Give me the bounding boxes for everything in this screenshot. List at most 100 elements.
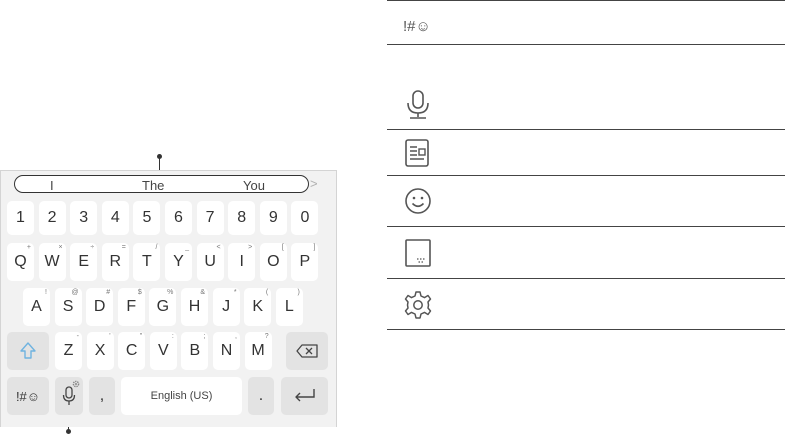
key-label: K: [252, 298, 264, 315]
key-hint: -: [76, 333, 79, 340]
key-o[interactable]: O[: [259, 243, 287, 281]
symbols-key[interactable]: !#☺: [7, 377, 49, 415]
key-hint: ): [297, 289, 300, 296]
key-3[interactable]: 3: [70, 201, 98, 235]
menu-row-symbols[interactable]: [387, 1, 785, 45]
menu-row-voice-input[interactable]: [387, 45, 785, 130]
gear-icon: [72, 380, 80, 388]
space-key-label: English (US): [150, 390, 213, 402]
key-label: 1: [16, 209, 25, 226]
key-label: I: [239, 253, 244, 270]
suggestion-item[interactable]: The: [142, 178, 164, 193]
key-t[interactable]: T /: [133, 243, 161, 281]
key-m[interactable]: M?: [244, 332, 272, 370]
key-label: Y: [173, 253, 184, 270]
key-hint: /: [155, 244, 158, 251]
key-p[interactable]: P]: [291, 243, 319, 281]
key-c[interactable]: C ": [118, 332, 146, 370]
key-label: Z: [63, 342, 74, 359]
key-6[interactable]: 6: [165, 201, 192, 235]
key-hint: #: [106, 289, 111, 296]
key-g[interactable]: G%: [149, 288, 177, 326]
key-label: W: [44, 253, 60, 270]
key-label: R: [109, 253, 122, 270]
key-u[interactable]: U <: [196, 243, 224, 281]
key-z[interactable]: Z-: [55, 332, 82, 370]
key-k[interactable]: K(: [244, 288, 272, 326]
key-hint: ;: [203, 333, 206, 340]
key-0[interactable]: 0: [291, 201, 319, 235]
key-y[interactable]: Y _: [165, 243, 192, 281]
key-8[interactable]: 8: [228, 201, 256, 235]
key-label: 0: [300, 209, 310, 226]
key-hint: ': [109, 333, 111, 340]
chevron-right-icon[interactable]: >: [310, 176, 318, 191]
key-j[interactable]: J *: [212, 288, 240, 326]
key-label: 3: [79, 209, 89, 226]
comma-key-label: ,: [99, 387, 105, 404]
key-5[interactable]: 5: [133, 201, 161, 235]
settings-icon: [403, 290, 433, 320]
suggestion-bar: I The You: [14, 175, 309, 193]
menu-row-emoji[interactable]: [387, 176, 785, 227]
key-label: J: [222, 298, 231, 315]
key-d[interactable]: D #: [86, 288, 114, 326]
key-label: A: [31, 298, 42, 315]
key-hint: ,: [235, 333, 237, 340]
key-label: 8: [237, 209, 247, 226]
key-hint: ": [139, 333, 143, 340]
menu-symbols-label: !#☺: [403, 18, 431, 35]
emoji-icon: [403, 186, 433, 216]
key-f[interactable]: F $: [117, 288, 145, 326]
voice-input-key[interactable]: [55, 377, 83, 415]
key-n[interactable]: N,: [213, 332, 240, 370]
suggestion-callout-marker: [157, 154, 162, 171]
period-key[interactable]: .: [248, 377, 274, 415]
key-w[interactable]: W ×: [38, 243, 66, 281]
key-e[interactable]: E ÷: [70, 243, 98, 281]
menu-row-settings[interactable]: [387, 279, 785, 330]
clipboard-icon: [403, 138, 431, 168]
symbols-key-label: !#☺: [15, 388, 41, 404]
key-hint: >: [248, 244, 253, 251]
key-2[interactable]: 2: [38, 201, 66, 235]
key-label: 7: [205, 209, 215, 226]
key-x[interactable]: X ': [86, 332, 114, 370]
key-hint: !: [45, 289, 47, 296]
menu-row-clipboard[interactable]: [387, 130, 785, 176]
key-label: D: [93, 298, 106, 315]
key-i[interactable]: I >: [228, 243, 256, 281]
enter-key[interactable]: [281, 377, 328, 415]
key-label: E: [78, 253, 90, 270]
key-label: O: [267, 253, 280, 270]
key-b[interactable]: B;: [181, 332, 209, 370]
space-key[interactable]: English (US): [121, 377, 242, 415]
suggestion-item[interactable]: I: [50, 178, 54, 193]
menu-row-keyboard-mode[interactable]: [387, 227, 785, 279]
key-r[interactable]: R =: [101, 243, 129, 281]
key-hint: *: [233, 289, 237, 296]
key-a[interactable]: A!: [23, 288, 50, 326]
key-hint: ×: [58, 244, 63, 251]
key-hint: ?: [264, 333, 269, 340]
key-hint: +: [26, 244, 31, 251]
key-v[interactable]: V:: [149, 332, 177, 370]
suggestion-item[interactable]: You: [243, 178, 265, 193]
key-7[interactable]: 7: [196, 201, 224, 235]
key-label: 2: [47, 209, 57, 226]
backspace-key[interactable]: [286, 332, 328, 370]
key-label: Q: [14, 253, 27, 270]
key-4[interactable]: 4: [101, 201, 129, 235]
shift-key[interactable]: [7, 332, 49, 370]
key-s[interactable]: S @: [54, 288, 82, 326]
key-9[interactable]: 9: [259, 201, 287, 235]
key-l[interactable]: L): [275, 288, 303, 326]
key-q[interactable]: Q +: [7, 243, 34, 281]
key-hint: %: [167, 289, 174, 296]
key-h[interactable]: H &: [181, 288, 208, 326]
key-label: L: [284, 298, 294, 315]
key-1[interactable]: 1: [7, 201, 34, 235]
backspace-icon: [296, 344, 318, 358]
comma-key[interactable]: ,: [89, 377, 115, 415]
keyboard: I The You > 1 2 3 4 5 6 7 8 9 0 Q + W × E ÷ R = T / Y _ U < I > O[…: [0, 170, 337, 427]
